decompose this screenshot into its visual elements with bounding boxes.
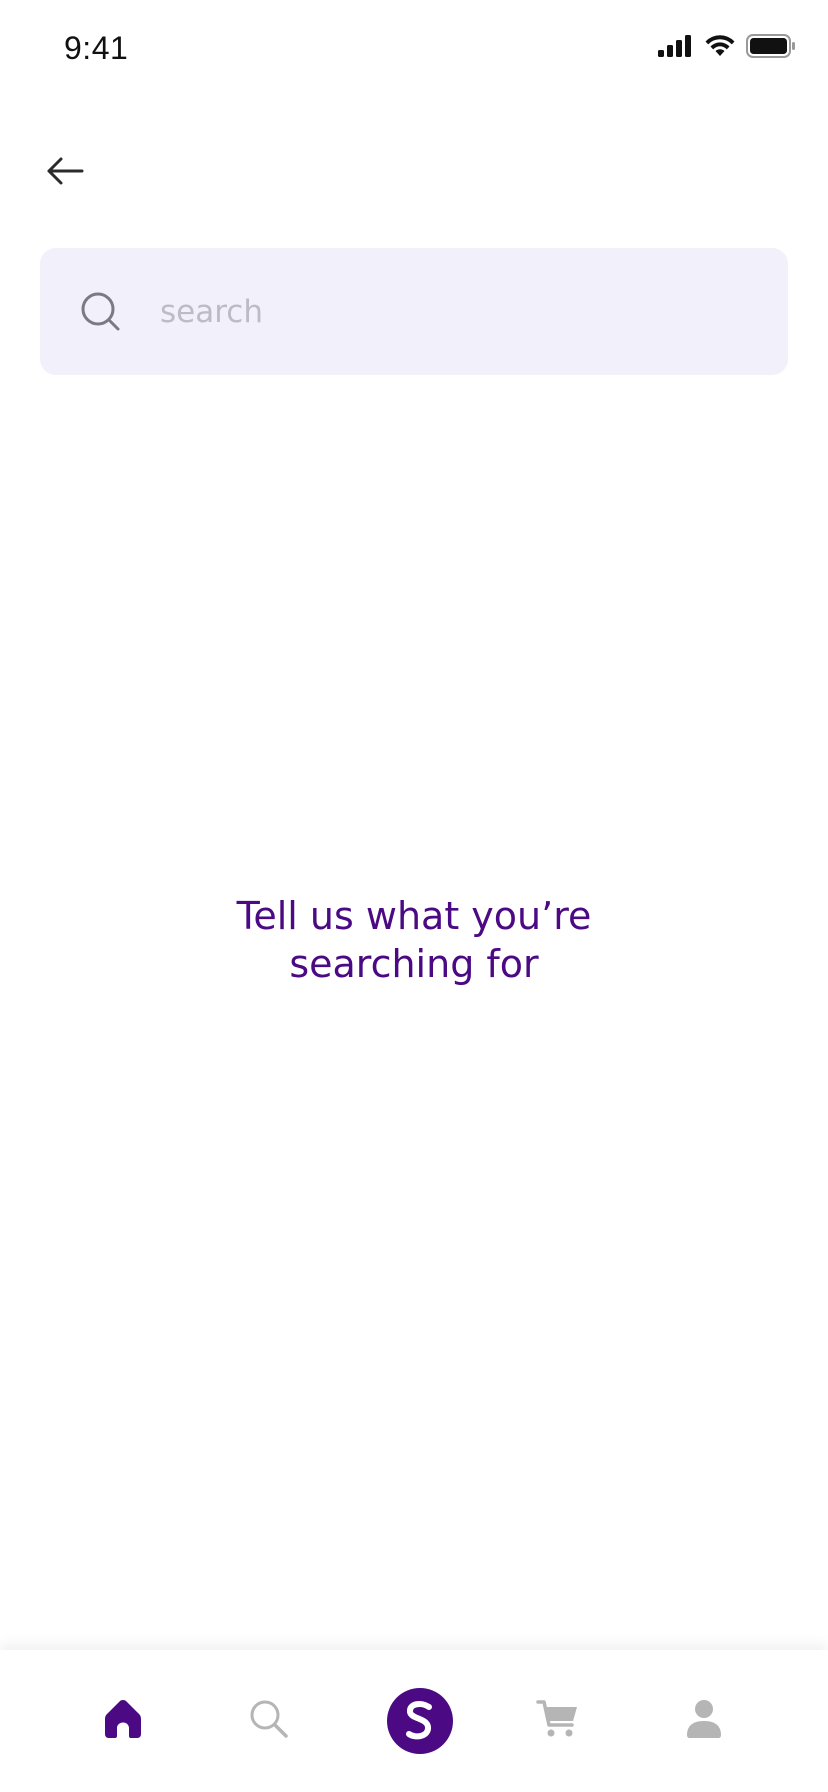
status-icons [658,32,796,60]
wifi-icon [704,34,736,58]
bottom-nav [0,1650,828,1792]
nav-home-button[interactable] [73,1650,173,1792]
cart-icon [536,1698,580,1745]
empty-state-message: Tell us what you’re searching for [236,894,592,986]
cellular-signal-icon [658,35,694,57]
search-icon [249,1699,289,1744]
search-bar[interactable] [40,248,788,375]
search-icon [80,291,122,333]
status-bar: 9:41 [0,0,828,100]
battery-icon [746,34,796,58]
nav-cart-button[interactable] [508,1650,608,1792]
home-icon [103,1698,143,1745]
brand-logo-icon [387,1688,453,1754]
nav-search-button[interactable] [219,1650,319,1792]
nav-profile-button[interactable] [654,1650,754,1792]
search-input[interactable] [160,278,760,345]
user-icon [685,1699,723,1744]
back-button[interactable] [40,148,90,198]
nav-brand-button[interactable] [370,1650,470,1792]
status-time: 9:41 [64,30,129,66]
arrow-left-icon [46,156,84,191]
